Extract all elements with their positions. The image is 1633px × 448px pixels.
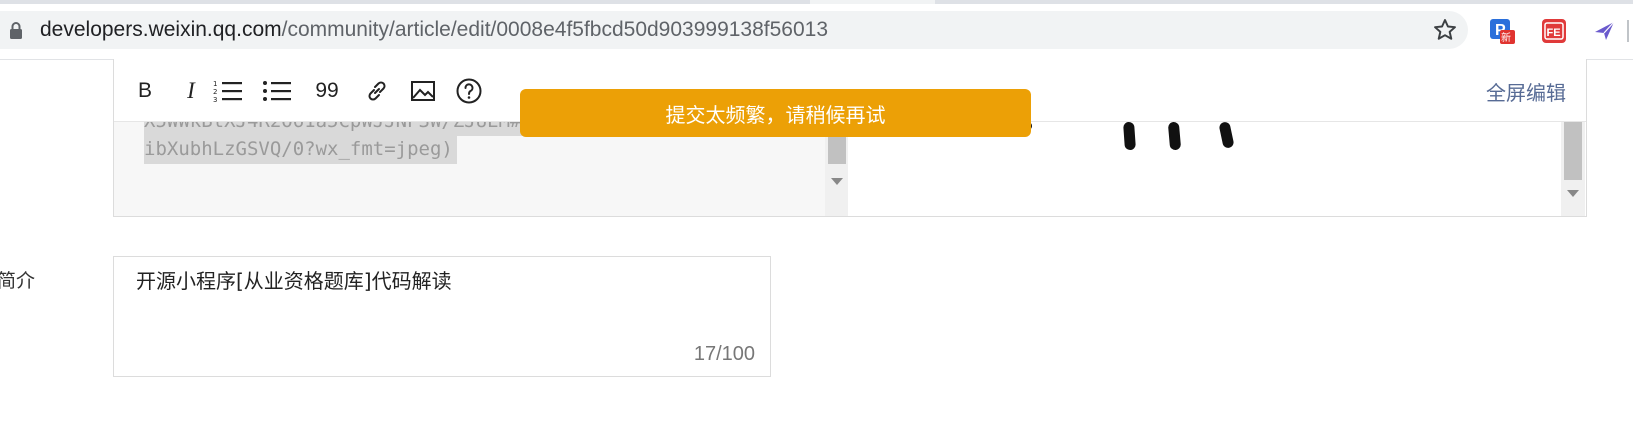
- markdown-editor: B I 1 2 3 99 全屏编辑 ibXubhLzGSVQ/0?wx_fmt=…: [113, 59, 1587, 217]
- link-button[interactable]: [362, 77, 392, 105]
- character-count: 17/100: [693, 343, 755, 365]
- summary-text: 开源小程序[从业资格题库]代码解读: [136, 269, 452, 293]
- preview-vertical-scrollbar[interactable]: [1561, 122, 1585, 216]
- p-extension-icon[interactable]: P 新: [1489, 18, 1515, 44]
- bullet-list-icon: [263, 81, 291, 101]
- link-icon: [368, 81, 386, 101]
- summary-label: 章简介: [0, 270, 36, 292]
- image-button[interactable]: [408, 77, 438, 105]
- scroll-down-arrow-icon[interactable]: [831, 178, 843, 185]
- image-icon: [411, 81, 435, 101]
- address-bar[interactable]: developers.weixin.qq.com/community/artic…: [0, 11, 1468, 49]
- url-path: /community/article/edit/0008e4f5fbcd50d9…: [281, 18, 829, 41]
- address-bar-area: developers.weixin.qq.com/community/artic…: [0, 4, 1633, 60]
- preview-image-fragment: [1218, 122, 1235, 149]
- toolbar-separator: [1627, 20, 1629, 42]
- fe-extension-icon[interactable]: FE: [1541, 18, 1567, 44]
- bird-extension-icon[interactable]: [1592, 18, 1618, 44]
- preview-image-fragment: [1123, 122, 1136, 151]
- bookmark-star-icon[interactable]: [1432, 17, 1458, 43]
- error-toast: 提交太频繁，请稍候再试: [520, 89, 1031, 137]
- svg-text:2: 2: [213, 88, 217, 96]
- url-host: developers.weixin.qq.com: [40, 18, 282, 41]
- scroll-down-arrow-icon[interactable]: [1567, 190, 1579, 197]
- preview-image-fragment: [1167, 122, 1182, 151]
- ordered-list-icon: 1 2 3: [213, 80, 242, 104]
- lock-icon[interactable]: [8, 21, 24, 39]
- svg-text:1: 1: [213, 80, 217, 88]
- ordered-list-button[interactable]: 1 2 3: [212, 77, 246, 105]
- bullet-list-button[interactable]: [262, 77, 292, 105]
- code-line: ibXubhLzGSVQ/0?wx_fmt=jpeg): [144, 134, 457, 164]
- help-button[interactable]: [454, 77, 484, 105]
- scrollbar-thumb[interactable]: [1564, 122, 1582, 180]
- extension-badge: 新: [1501, 31, 1511, 44]
- bold-button[interactable]: B: [132, 77, 158, 105]
- fe-extension-label: FE: [1547, 27, 1561, 39]
- url-text[interactable]: developers.weixin.qq.com/community/artic…: [40, 18, 828, 42]
- svg-text:3: 3: [213, 96, 217, 104]
- summary-textarea[interactable]: 开源小程序[从业资格题库]代码解读 17/100: [113, 256, 771, 377]
- fullscreen-edit-button[interactable]: 全屏编辑: [1486, 77, 1566, 106]
- question-circle-icon: [456, 78, 482, 104]
- quote-button[interactable]: 99: [310, 77, 344, 105]
- italic-button[interactable]: I: [178, 77, 204, 105]
